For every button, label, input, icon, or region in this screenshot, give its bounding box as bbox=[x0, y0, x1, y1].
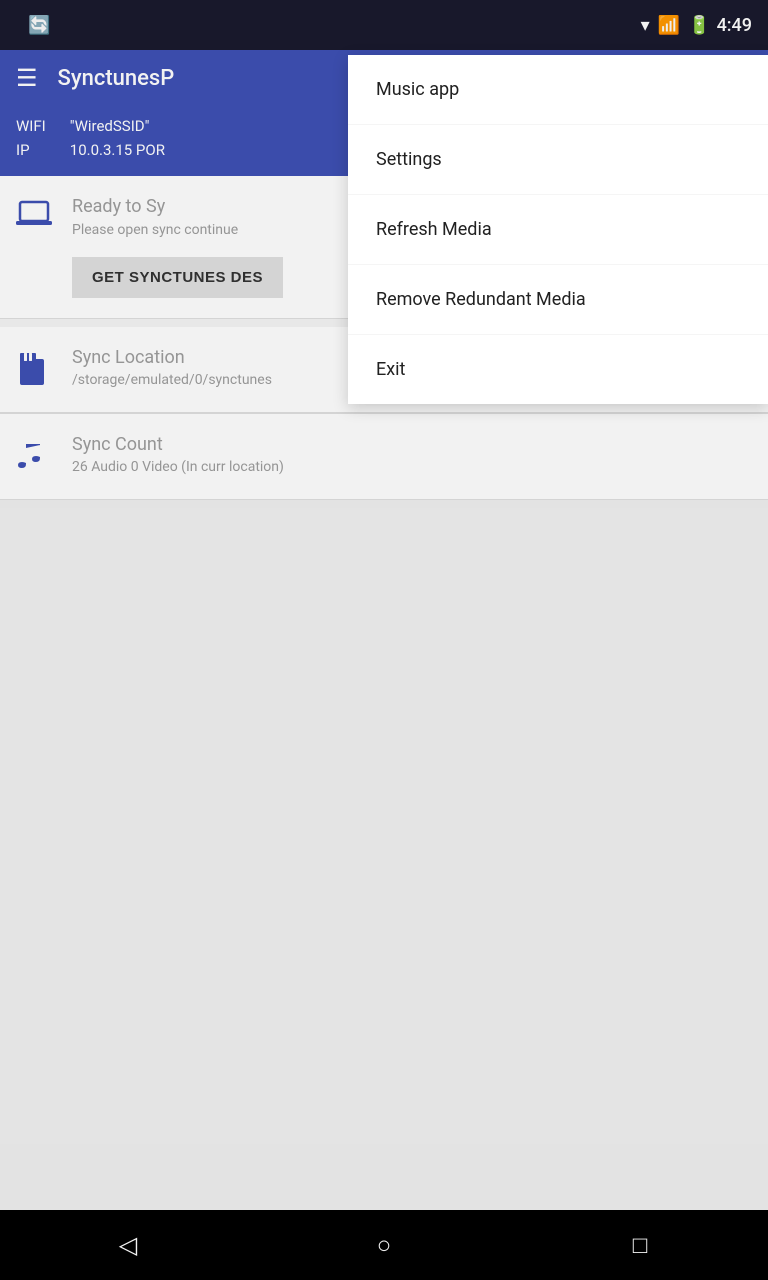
menu-item-remove-redundant[interactable]: Remove Redundant Media bbox=[348, 265, 768, 335]
dropdown-menu: Music app Settings Refresh Media Remove … bbox=[348, 55, 768, 404]
menu-item-settings[interactable]: Settings bbox=[348, 125, 768, 195]
menu-item-music-app[interactable]: Music app bbox=[348, 55, 768, 125]
menu-item-refresh-media[interactable]: Refresh Media bbox=[348, 195, 768, 265]
menu-item-exit[interactable]: Exit bbox=[348, 335, 768, 404]
